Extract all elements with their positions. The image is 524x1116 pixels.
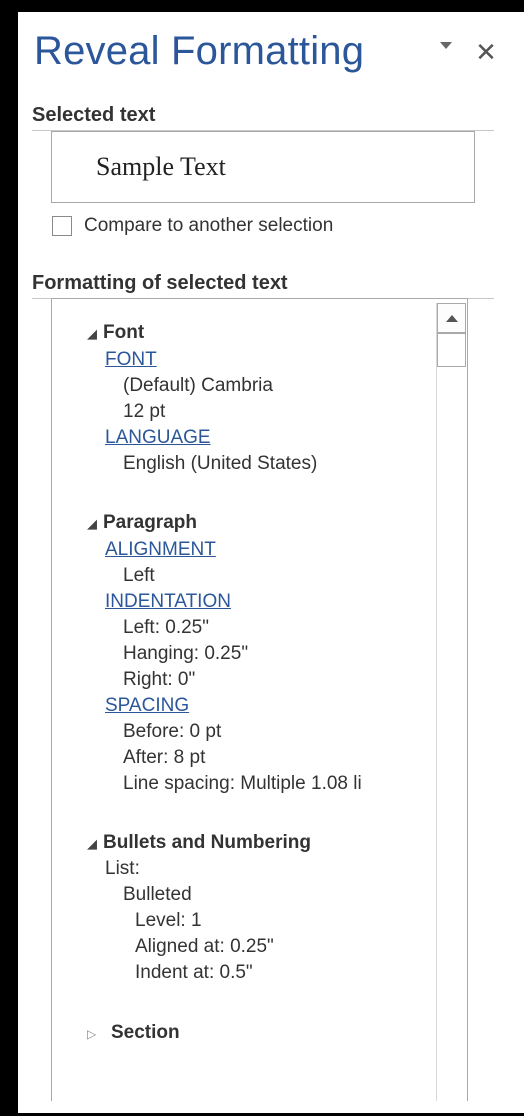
group-font[interactable]: ◢ Font	[87, 322, 144, 344]
window-frame-left	[0, 0, 18, 1116]
formatting-header: Formatting of selected text	[32, 272, 494, 299]
indent-at-value: Indent at: 0.5"	[135, 962, 253, 983]
alignment-link[interactable]: ALIGNMENT	[105, 539, 216, 561]
spacing-link[interactable]: SPACING	[105, 695, 189, 717]
group-font-label: Font	[103, 322, 145, 343]
line-spacing-value: Line spacing: Multiple 1.08 li	[123, 773, 362, 794]
compare-selection-option[interactable]: Compare to another selection	[52, 215, 333, 237]
close-icon: ✕	[475, 37, 497, 67]
group-section-label: Section	[111, 1022, 180, 1043]
scroll-thumb[interactable]	[437, 333, 466, 367]
selected-text-sample[interactable]: Sample Text	[51, 131, 475, 203]
language-value: English (United States)	[123, 453, 318, 474]
font-name-value: (Default) Cambria	[123, 375, 273, 396]
spacing-after-value: After: 8 pt	[123, 747, 206, 768]
aligned-at-value: Aligned at: 0.25"	[135, 936, 274, 957]
group-bullets-numbering[interactable]: ◢ Bullets and Numbering	[87, 832, 311, 854]
group-paragraph[interactable]: ◢ Paragraph	[87, 512, 197, 534]
indent-left-value: Left: 0.25"	[123, 617, 209, 638]
alignment-value: Left	[123, 565, 155, 586]
indent-hanging-value: Hanging: 0.25"	[123, 643, 249, 664]
font-link[interactable]: FONT	[105, 349, 157, 371]
list-type-value: Bulleted	[123, 884, 192, 905]
indent-right-value: Right: 0"	[123, 669, 196, 690]
language-link[interactable]: LANGUAGE	[105, 427, 211, 449]
expanded-triangle-icon: ◢	[87, 326, 97, 341]
group-paragraph-label: Paragraph	[103, 512, 197, 533]
compare-label: Compare to another selection	[84, 215, 334, 236]
compare-checkbox[interactable]	[52, 216, 72, 236]
pane-options-button[interactable]	[435, 34, 457, 56]
font-size-value: 12 pt	[123, 401, 166, 422]
list-level-value: Level: 1	[135, 910, 202, 931]
expanded-triangle-icon: ◢	[87, 516, 97, 531]
chevron-down-icon	[440, 41, 452, 49]
arrow-up-icon	[445, 314, 458, 322]
sample-text: Sample Text	[96, 152, 226, 181]
vertical-scrollbar[interactable]	[436, 303, 467, 1101]
spacing-before-value: Before: 0 pt	[123, 721, 222, 742]
group-bullets-label: Bullets and Numbering	[103, 832, 311, 853]
group-section[interactable]: ▷ Section	[87, 1022, 180, 1044]
close-pane-button[interactable]: ✕	[472, 38, 500, 66]
expanded-triangle-icon: ◢	[87, 836, 97, 851]
scroll-up-button[interactable]	[437, 303, 466, 333]
window-frame-top	[0, 0, 524, 12]
selected-text-header: Selected text	[32, 104, 494, 131]
indentation-link[interactable]: INDENTATION	[105, 591, 231, 613]
collapsed-triangle-icon: ▷	[87, 1027, 97, 1041]
pane-title: Reveal Formatting	[34, 29, 365, 73]
list-label: List:	[105, 858, 140, 879]
